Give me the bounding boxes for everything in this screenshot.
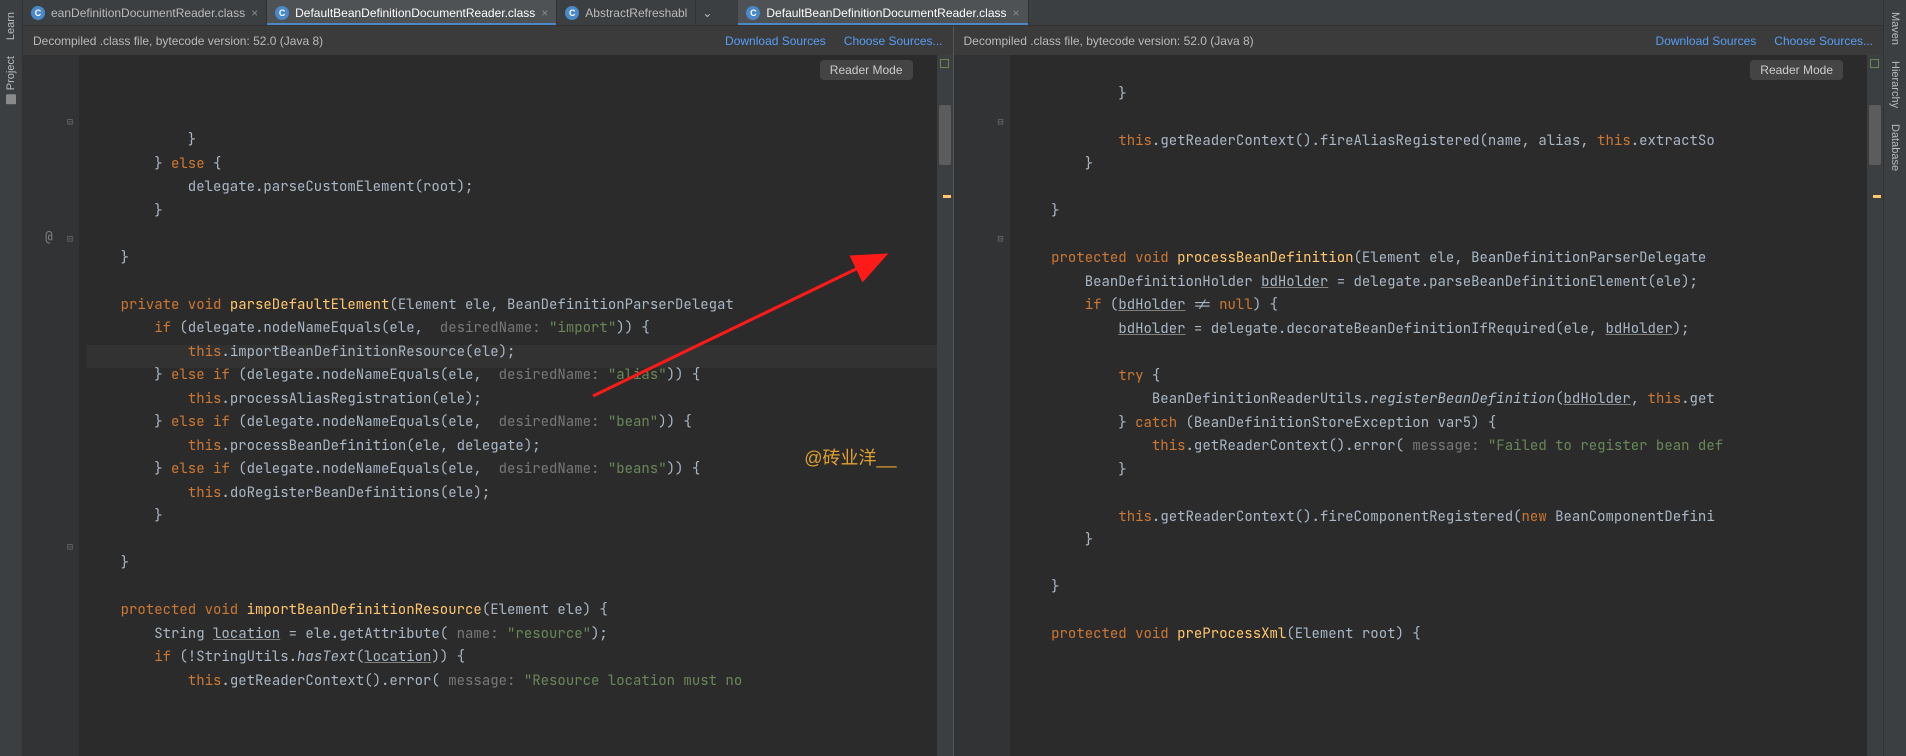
- tool-maven[interactable]: Maven: [1887, 4, 1903, 53]
- choose-sources-link[interactable]: Choose Sources...: [844, 34, 943, 48]
- fold-icon[interactable]: ⊟: [67, 232, 73, 245]
- code-area-right[interactable]: } this.getReaderContext().fireAliasRegis…: [1010, 55, 1868, 756]
- tabs-overflow[interactable]: ⌄: [696, 0, 718, 25]
- gutter[interactable]: ⊟ ⊟: [954, 55, 1010, 756]
- scrollbar-thumb[interactable]: [939, 105, 951, 165]
- tab-label: AbstractRefreshabl: [585, 6, 687, 20]
- right-tool-stripe: Maven Hierarchy Database: [1883, 0, 1906, 756]
- code-area-left[interactable]: } } else { delegate.parseCustomElement(r…: [79, 55, 937, 756]
- tab-label: eanDefinitionDocumentReader.class: [51, 6, 245, 20]
- tool-project[interactable]: Project: [3, 48, 19, 112]
- banner-text: Decompiled .class file, bytecode version…: [964, 34, 1254, 48]
- fold-icon[interactable]: ⊟: [67, 540, 73, 553]
- download-sources-link[interactable]: Download Sources: [725, 34, 826, 48]
- scrollbar[interactable]: [937, 55, 953, 756]
- reader-mode-badge[interactable]: Reader Mode: [820, 60, 913, 80]
- override-icon[interactable]: @: [45, 228, 53, 245]
- class-icon: C: [565, 6, 579, 20]
- right-editor-pane: Decompiled .class file, bytecode version…: [954, 26, 1884, 756]
- close-icon[interactable]: ×: [541, 6, 548, 20]
- tool-learn[interactable]: Learn: [3, 4, 19, 48]
- tab-2[interactable]: C AbstractRefreshabl: [557, 0, 696, 25]
- tab-1[interactable]: C DefaultBeanDefinitionDocumentReader.cl…: [267, 0, 557, 25]
- tab-0[interactable]: C eanDefinitionDocumentReader.class ×: [23, 0, 267, 25]
- folder-icon: [6, 94, 16, 104]
- tool-hierarchy[interactable]: Hierarchy: [1887, 53, 1903, 116]
- warning-stripe[interactable]: [1873, 195, 1881, 198]
- tool-database[interactable]: Database: [1887, 116, 1903, 179]
- scrollbar-thumb[interactable]: [1869, 105, 1881, 165]
- decompiled-banner: Decompiled .class file, bytecode version…: [23, 26, 953, 55]
- watermark: @砖业洋__: [804, 447, 896, 471]
- download-sources-link[interactable]: Download Sources: [1656, 34, 1757, 48]
- tab-3[interactable]: C DefaultBeanDefinitionDocumentReader.cl…: [738, 0, 1028, 25]
- class-icon: C: [275, 6, 289, 20]
- main-area: C eanDefinitionDocumentReader.class × C …: [23, 0, 1883, 756]
- choose-sources-link[interactable]: Choose Sources...: [1774, 34, 1873, 48]
- fold-icon[interactable]: ⊟: [998, 115, 1004, 128]
- fold-icon[interactable]: ⊟: [998, 232, 1004, 245]
- class-icon: C: [746, 6, 760, 20]
- reader-mode-badge[interactable]: Reader Mode: [1750, 60, 1843, 80]
- gutter[interactable]: @ ⊟ ⊟ ⊟: [23, 55, 79, 756]
- decompiled-banner: Decompiled .class file, bytecode version…: [954, 26, 1884, 55]
- fold-icon[interactable]: ⊟: [67, 115, 73, 128]
- banner-text: Decompiled .class file, bytecode version…: [33, 34, 323, 48]
- left-tool-stripe: Learn Project: [0, 0, 23, 756]
- inspection-icon[interactable]: [1870, 59, 1879, 68]
- left-editor-pane: Decompiled .class file, bytecode version…: [23, 26, 954, 756]
- editor-tabs: C eanDefinitionDocumentReader.class × C …: [23, 0, 1883, 26]
- class-icon: C: [31, 6, 45, 20]
- warning-stripe[interactable]: [943, 195, 951, 198]
- tab-label: DefaultBeanDefinitionDocumentReader.clas…: [295, 6, 535, 20]
- scrollbar[interactable]: [1867, 55, 1883, 756]
- tab-label: DefaultBeanDefinitionDocumentReader.clas…: [766, 6, 1006, 20]
- inspection-icon[interactable]: [940, 59, 949, 68]
- close-icon[interactable]: ×: [251, 6, 258, 20]
- close-icon[interactable]: ×: [1013, 6, 1020, 20]
